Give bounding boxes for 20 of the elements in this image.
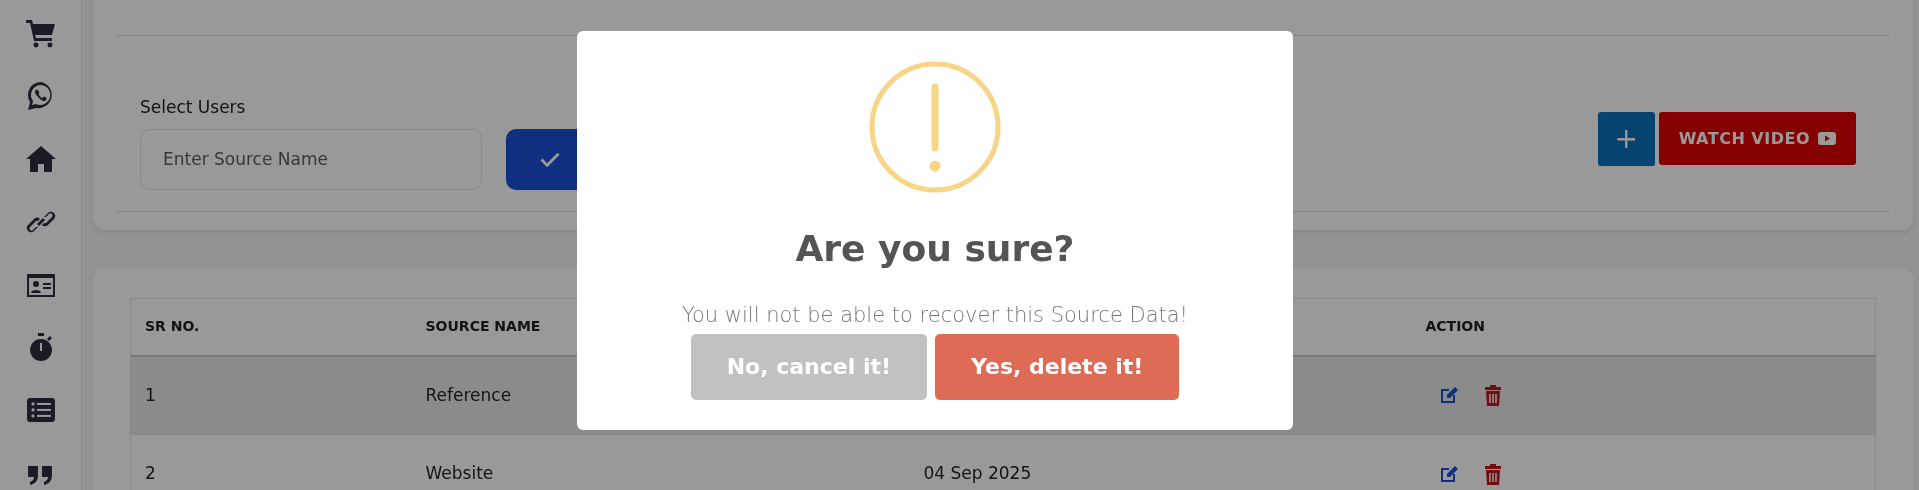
watch-video-button[interactable]: WATCH VIDEO (1658, 112, 1856, 165)
table-cell: Website (425, 463, 494, 484)
table-cell: Reference (425, 384, 512, 405)
dialog-title: Are you sure? (795, 227, 1075, 271)
warning-icon (868, 60, 1002, 194)
add-button[interactable]: + (1597, 111, 1655, 166)
field-label: Select Users (140, 96, 247, 120)
source-name-input[interactable]: Enter Source Name (140, 128, 482, 190)
column-header: SOURCE NAME (425, 318, 541, 335)
column-header: SR NO. (145, 318, 200, 335)
delete-button[interactable]: Yes, delete it! (935, 333, 1180, 400)
trash-icon[interactable] (1483, 463, 1502, 485)
column-header: ACTION (1425, 318, 1485, 335)
trash-icon[interactable] (1483, 384, 1502, 407)
dialog-message: You will not be able to recover this Source Data! (681, 302, 1189, 329)
play-icon (1818, 132, 1836, 145)
table-cell: 1 (145, 384, 156, 405)
table-cell: 04 Sep 2025 (923, 463, 1032, 484)
check-icon (540, 151, 560, 167)
table-cell: 2 (145, 463, 156, 484)
